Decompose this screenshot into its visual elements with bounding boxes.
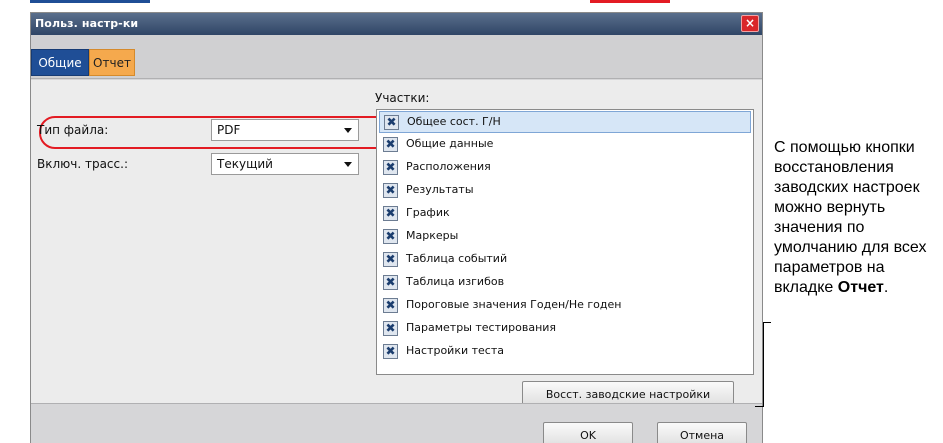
ok-button[interactable]: OK: [543, 422, 633, 443]
section-item[interactable]: ✖ Результаты: [379, 180, 751, 202]
section-item-label: Расположения: [406, 160, 491, 173]
section-item-label: Общие данные: [406, 137, 494, 150]
section-item[interactable]: ✖ Настройки теста: [379, 341, 751, 363]
screenshot: Польз. настр-ки × Общие Отчет Тип файла:…: [0, 0, 943, 443]
section-item[interactable]: ✖ Маркеры: [379, 226, 751, 248]
callout-connector: [763, 322, 764, 406]
tab-general[interactable]: Общие: [31, 49, 89, 76]
chevron-down-icon: [344, 162, 352, 167]
section-item-label: Параметры тестирования: [406, 321, 557, 334]
section-item[interactable]: ✖ Общее сост. Г/Н: [379, 111, 751, 133]
button-bar: [31, 403, 762, 443]
background-app-fragment: [30, 0, 150, 3]
checkbox-checked-icon[interactable]: ✖: [384, 115, 399, 130]
checkbox-checked-icon[interactable]: ✖: [383, 321, 398, 336]
checkbox-checked-icon[interactable]: ✖: [383, 229, 398, 244]
sections-label: Участки:: [375, 91, 430, 105]
section-item[interactable]: ✖ Пороговые значения Годен/Не годен: [379, 295, 751, 317]
section-item[interactable]: ✖ Общие данные: [379, 134, 751, 156]
callout-connector: [763, 322, 771, 323]
section-item-label: Результаты: [406, 183, 474, 196]
section-item-label: График: [406, 206, 450, 219]
checkbox-checked-icon[interactable]: ✖: [383, 160, 398, 175]
tab-report[interactable]: Отчет: [89, 49, 135, 76]
section-item-label: Общее сост. Г/Н: [407, 115, 501, 128]
section-item-label: Настройки теста: [406, 344, 504, 357]
checkbox-checked-icon[interactable]: ✖: [383, 183, 398, 198]
section-item-label: Пороговые значения Годен/Не годен: [406, 298, 622, 311]
section-item[interactable]: ✖ Параметры тестирования: [379, 318, 751, 340]
section-item-label: Маркеры: [406, 229, 459, 242]
checkbox-checked-icon[interactable]: ✖: [383, 298, 398, 313]
tab-bar: Общие Отчет: [31, 35, 762, 79]
callout-connector: [755, 406, 764, 407]
checkbox-checked-icon[interactable]: ✖: [383, 275, 398, 290]
file-type-value: PDF: [217, 123, 241, 137]
file-type-label: Тип файла:: [37, 123, 109, 137]
checkbox-checked-icon[interactable]: ✖: [383, 206, 398, 221]
section-item[interactable]: ✖ Таблица событий: [379, 249, 751, 271]
dialog-title: Польз. настр-ки: [35, 17, 139, 30]
close-icon[interactable]: ×: [741, 15, 759, 32]
callout-text: С помощью кнопки восстановления заводски…: [774, 138, 939, 298]
include-traces-dropdown[interactable]: Текущий: [211, 153, 359, 175]
include-traces-label: Включ. трасс.:: [37, 157, 128, 171]
section-item-label: Таблица изгибов: [406, 275, 505, 288]
sections-list: ✖ Общее сост. Г/Н ✖ Общие данные ✖ Распо…: [376, 109, 754, 375]
checkbox-checked-icon[interactable]: ✖: [383, 344, 398, 359]
include-traces-value: Текущий: [217, 157, 273, 171]
callout-bold: Отчет: [837, 279, 884, 296]
cancel-button[interactable]: Отмена: [657, 422, 747, 443]
callout-body: С помощью кнопки восстановления заводски…: [774, 139, 927, 296]
checkbox-checked-icon[interactable]: ✖: [383, 252, 398, 267]
section-item[interactable]: ✖ Таблица изгибов: [379, 272, 751, 294]
section-item[interactable]: ✖ Расположения: [379, 157, 751, 179]
section-item[interactable]: ✖ График: [379, 203, 751, 225]
title-bar[interactable]: Польз. настр-ки ×: [31, 13, 762, 35]
section-item-label: Таблица событий: [406, 252, 508, 265]
preferences-dialog: Польз. настр-ки × Общие Отчет Тип файла:…: [30, 12, 763, 443]
callout-suffix: .: [883, 279, 889, 296]
background-app-fragment: [590, 0, 670, 3]
checkbox-checked-icon[interactable]: ✖: [383, 137, 398, 152]
file-type-dropdown[interactable]: PDF: [211, 119, 359, 141]
chevron-down-icon: [344, 128, 352, 133]
background-strip: [30, 0, 765, 12]
